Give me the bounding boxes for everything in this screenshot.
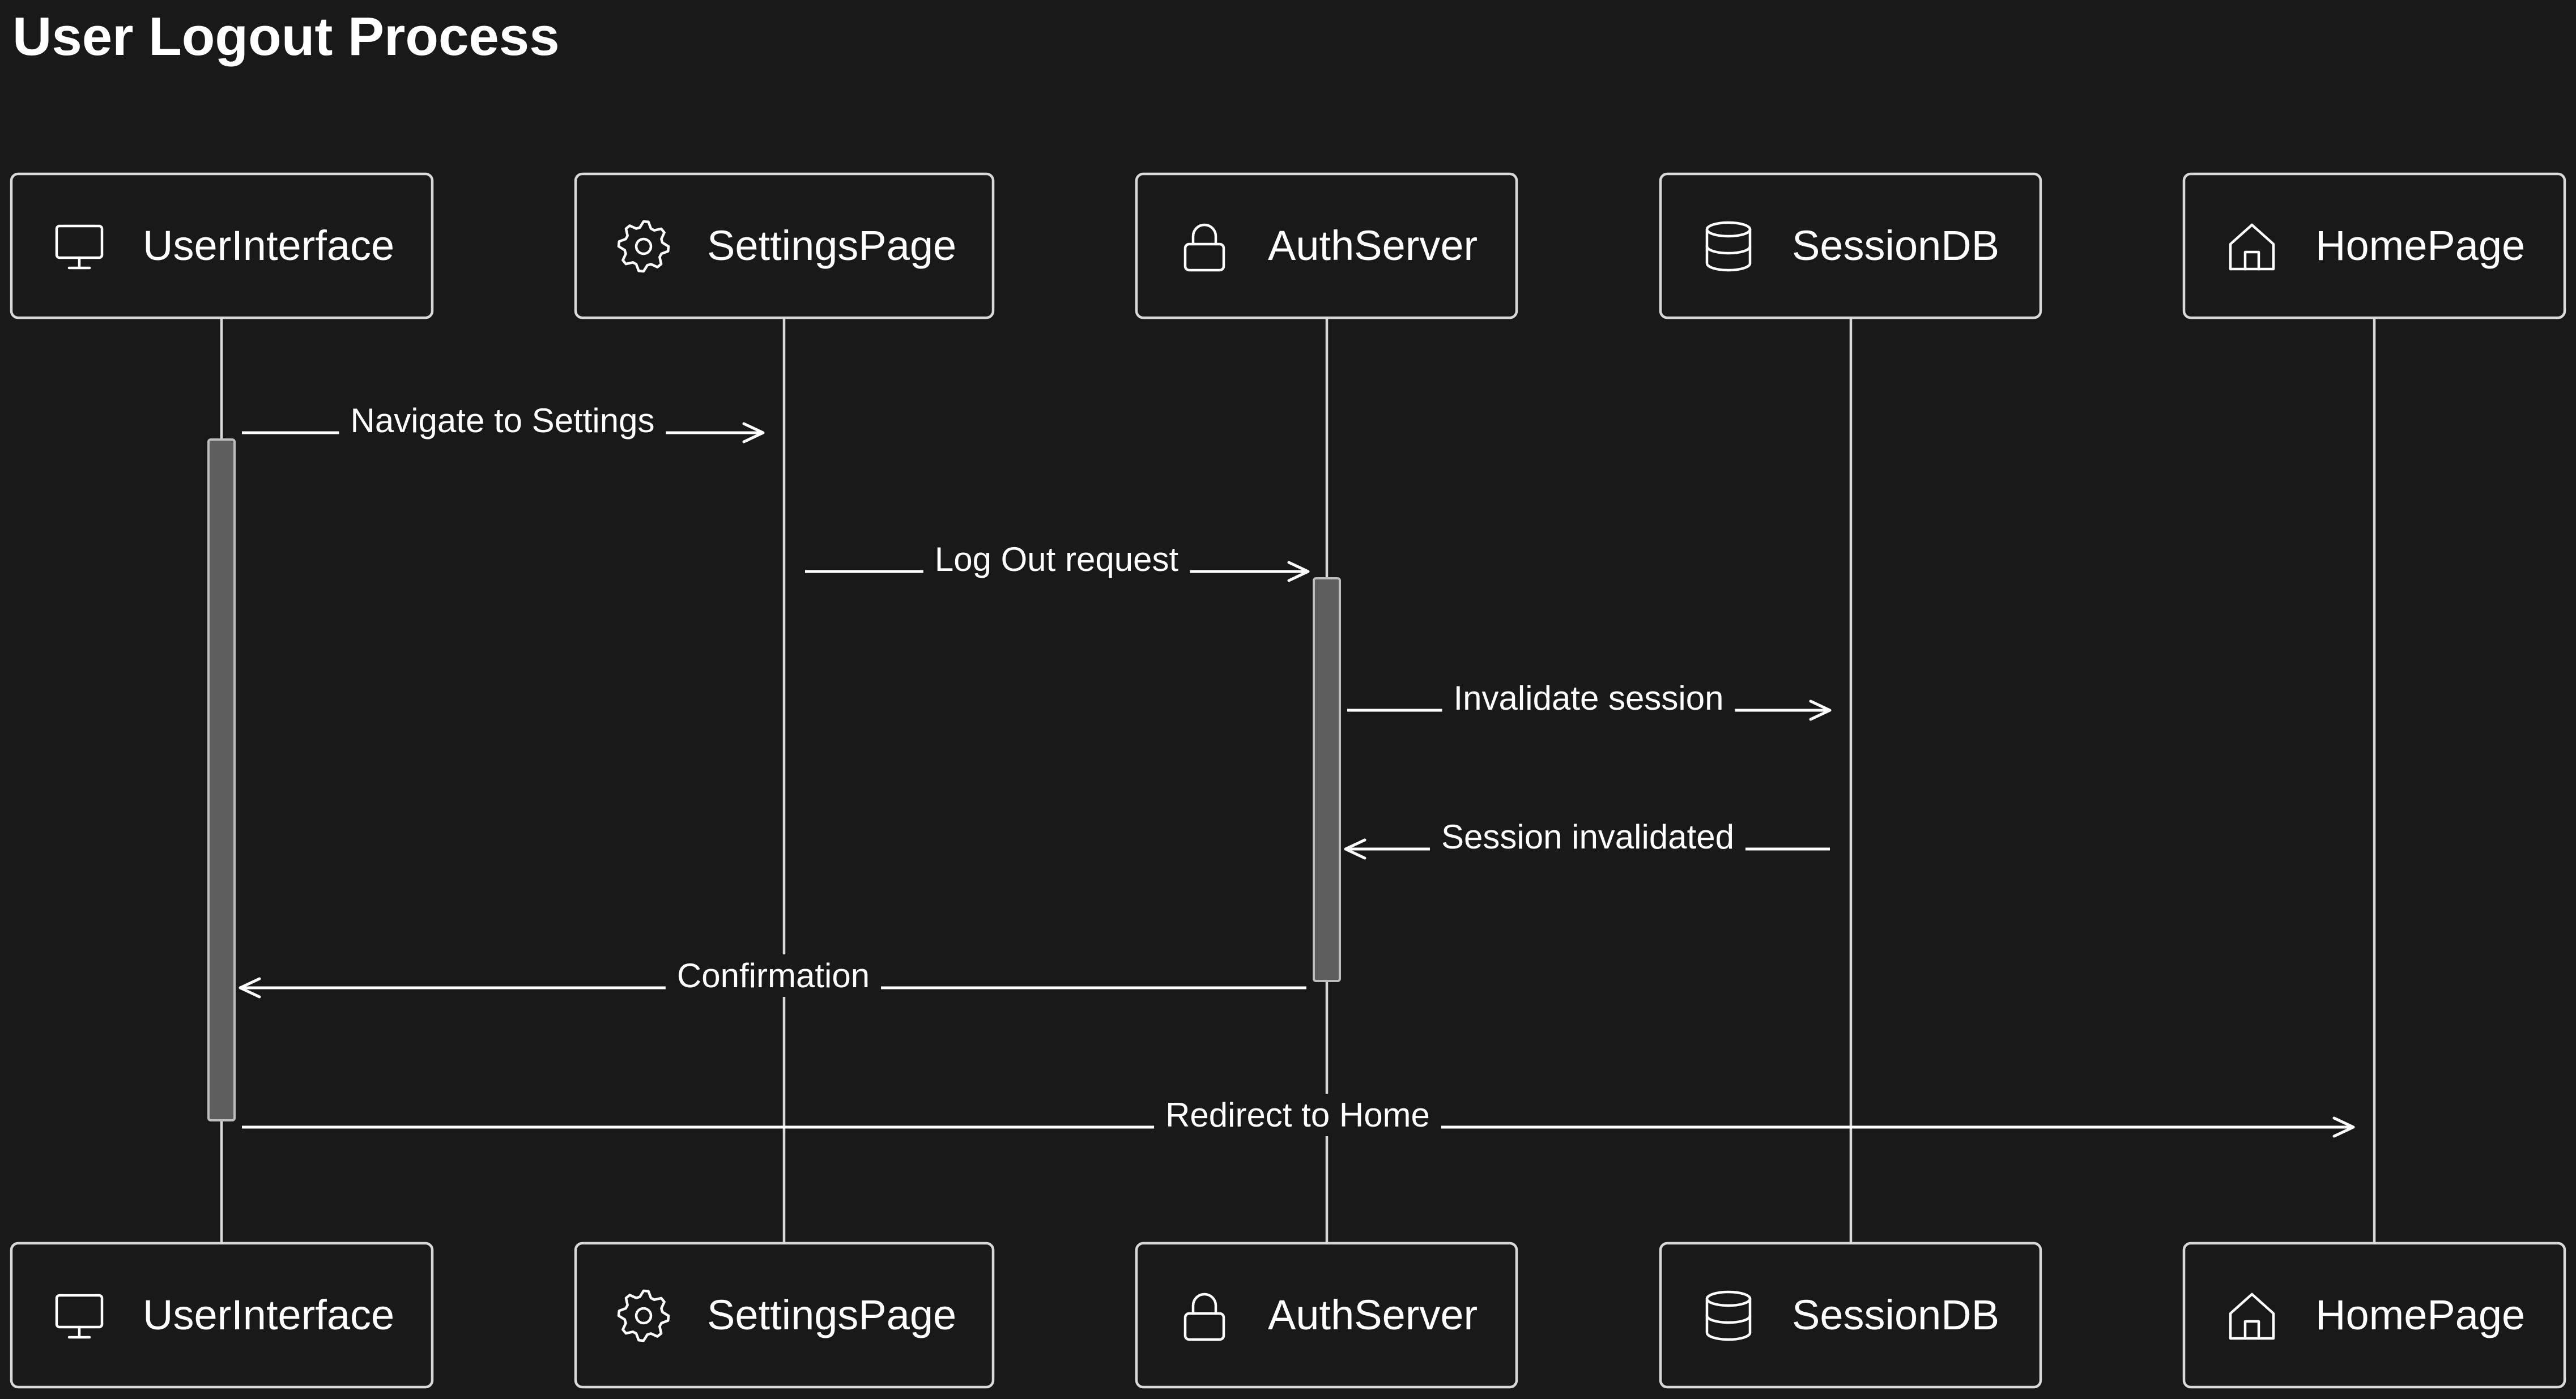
participant-label: SessionDB xyxy=(1792,222,1999,269)
participant-ui-bottom: UserInterface xyxy=(10,1242,434,1389)
message-4: Session invalidated xyxy=(1344,816,1830,860)
message-5: Confirmation xyxy=(239,954,1306,999)
participant-ui-top: UserInterface xyxy=(10,172,434,319)
participant-label: UserInterface xyxy=(143,1291,394,1338)
participant-db-bottom: SessionDB xyxy=(1659,1242,2042,1389)
participant-label: UserInterface xyxy=(143,222,394,269)
messages: Navigate to Settings Log Out request Inval… xyxy=(239,399,2355,1138)
message-label: Log Out request xyxy=(935,540,1179,578)
activation-ui xyxy=(207,438,236,1121)
participant-label: AuthServer xyxy=(1268,1291,1478,1338)
activation-auth xyxy=(1313,577,1341,982)
participant-label: HomePage xyxy=(2315,222,2525,269)
participant-auth-bottom: AuthServer xyxy=(1135,1242,1518,1389)
message-label: Session invalidated xyxy=(1441,818,1734,856)
message-2: Log Out request xyxy=(805,538,1310,582)
participant-settings-top: SettingsPage xyxy=(574,172,995,319)
participants-bottom: UserInterface SettingsPage AuthServer Sessi… xyxy=(10,1242,2566,1389)
participant-label: HomePage xyxy=(2315,1291,2525,1338)
message-6: Redirect to Home xyxy=(242,1094,2355,1138)
message-label: Navigate to Settings xyxy=(351,402,655,440)
participants-top: UserInterface SettingsPage AuthServer Sessi… xyxy=(10,172,2566,319)
participant-db-top: SessionDB xyxy=(1659,172,2042,319)
participant-label: AuthServer xyxy=(1268,222,1478,269)
participant-home-top: HomePage xyxy=(2182,172,2566,319)
participant-settings-bottom: SettingsPage xyxy=(574,1242,995,1389)
message-3: Invalidate session xyxy=(1347,677,1832,721)
message-1: Navigate to Settings xyxy=(242,399,765,443)
participant-auth-top: AuthServer xyxy=(1135,172,1518,319)
message-label: Confirmation xyxy=(677,957,870,995)
participant-label: SettingsPage xyxy=(707,222,956,269)
participant-home-bottom: HomePage xyxy=(2182,1242,2566,1389)
message-label: Invalidate session xyxy=(1454,679,1724,717)
participant-label: SessionDB xyxy=(1792,1291,1999,1338)
message-label: Redirect to Home xyxy=(1165,1096,1430,1134)
participant-label: SettingsPage xyxy=(707,1291,956,1338)
diagram-title: User Logout Process xyxy=(12,6,560,67)
sequence-diagram: User Logout Process Navigate to Settings… xyxy=(10,6,2566,1389)
